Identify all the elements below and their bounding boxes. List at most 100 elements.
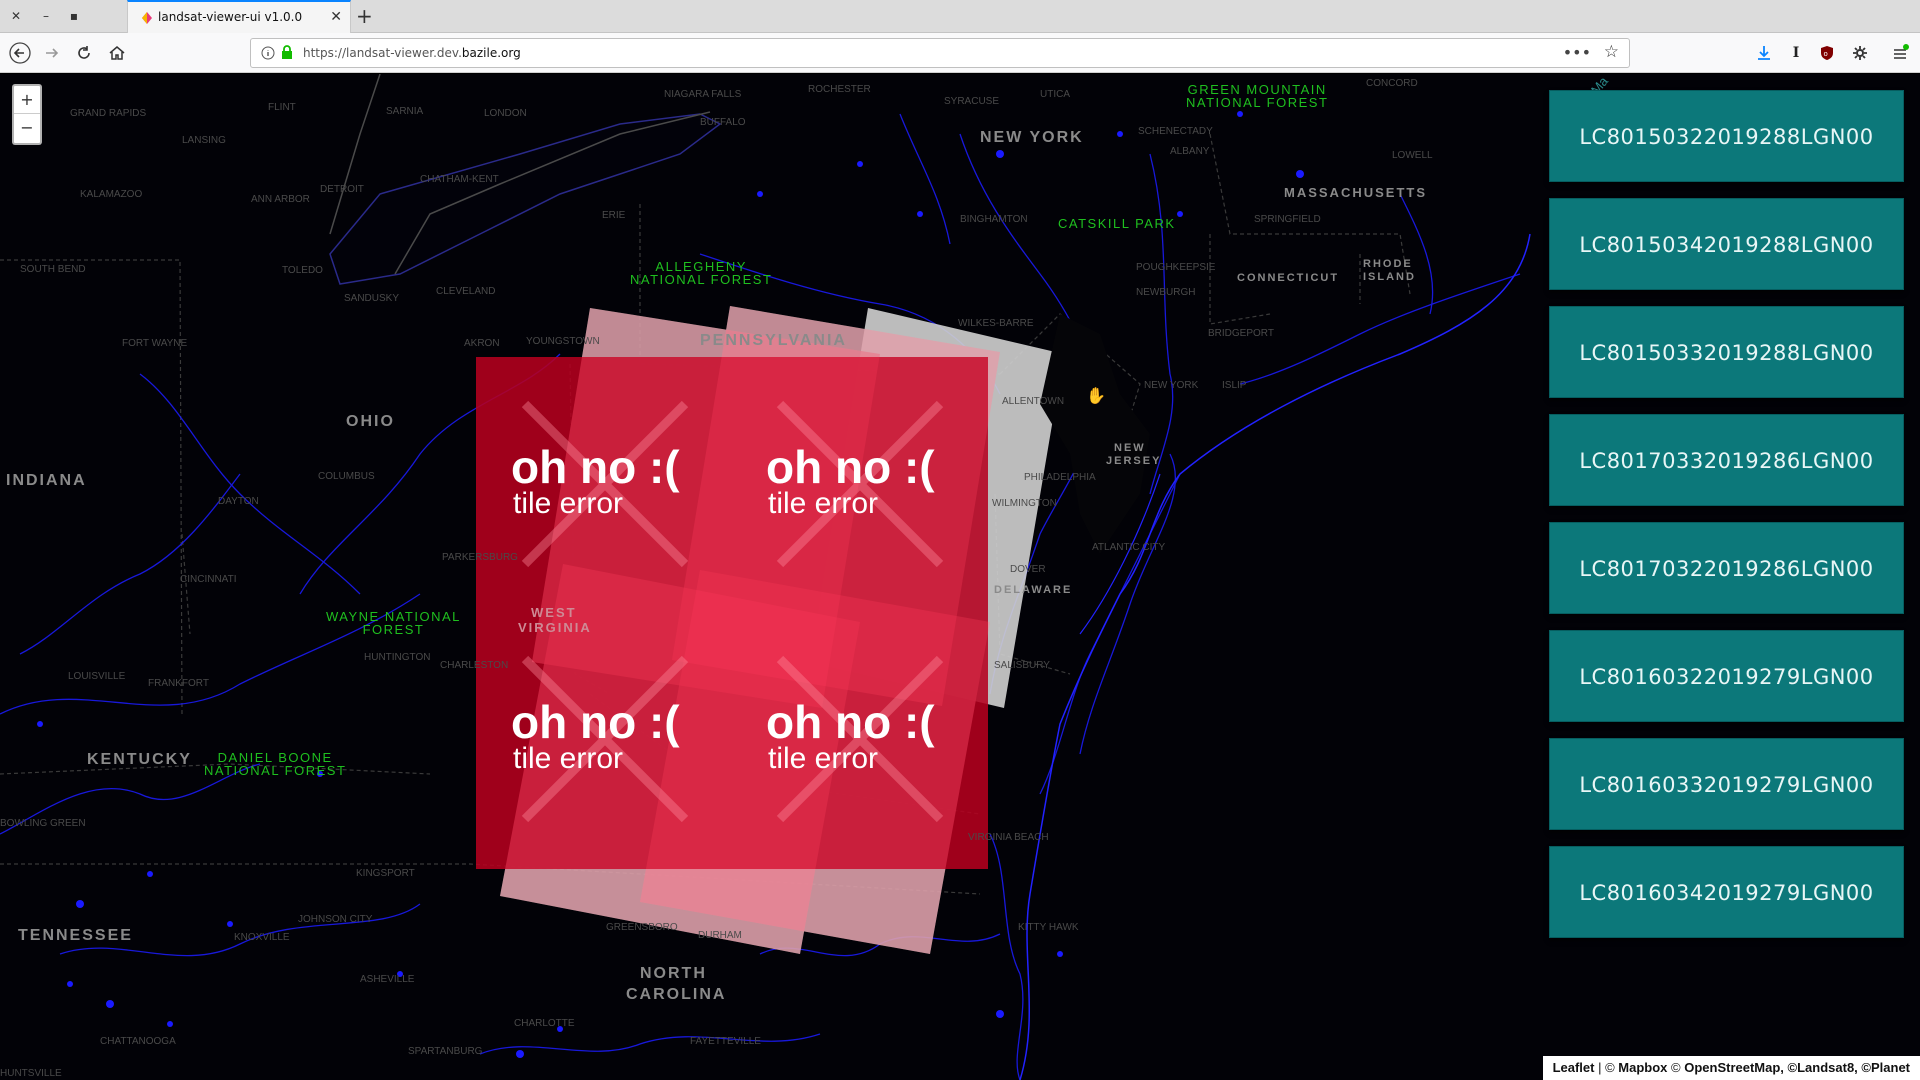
city-label: ALBANY	[1170, 146, 1210, 157]
city-label: SPRINGFIELD	[1254, 214, 1321, 225]
city-label: SARNIA	[386, 106, 424, 117]
city-label: CHARLESTON	[440, 660, 509, 671]
city-label: POUGHKEEPSIE	[1136, 262, 1216, 273]
ublock-icon[interactable]: o	[1815, 41, 1839, 65]
city-label: ALLENTOWN	[1002, 396, 1065, 407]
city-label: CHATHAM-KENT	[420, 174, 499, 185]
browser-tab[interactable]: landsat-viewer-ui v1.0.0 ✕	[127, 0, 351, 33]
planet-credit: ©Planet	[1861, 1060, 1910, 1075]
state-label: NEW YORK	[980, 129, 1084, 146]
close-window-icon[interactable]: ✕	[8, 8, 24, 24]
back-icon[interactable]	[8, 41, 32, 65]
city-label: CHARLOTTE	[514, 1018, 575, 1029]
city-label: CINCINNATI	[180, 574, 237, 585]
city-label: LOUISVILLE	[68, 671, 126, 682]
scene-button[interactable]: LC80150342019288LGN00	[1549, 198, 1904, 290]
zoom-control: + −	[12, 84, 42, 145]
city-label: CHATTANOOGA	[100, 1036, 176, 1047]
forest-label-line: NATIONAL FOREST	[630, 272, 773, 287]
state-label: NORTH	[640, 965, 707, 982]
scene-button[interactable]: LC80160322019279LGN00	[1549, 630, 1904, 722]
city-label: YOUNGSTOWN	[526, 336, 600, 347]
map-attribution: Leaflet | © Mapbox © OpenStreetMap, ©Lan…	[1542, 1056, 1920, 1080]
zoom-out-button[interactable]: −	[14, 114, 40, 142]
state-label: DELAWARE	[994, 584, 1073, 596]
city-label: SYRACUSE	[944, 96, 1000, 107]
tab-close-icon[interactable]: ✕	[330, 9, 342, 25]
scene-button[interactable]: LC80170322019286LGN00	[1549, 522, 1904, 614]
home-icon[interactable]	[105, 41, 129, 65]
city-label: ASHEVILLE	[360, 974, 415, 985]
forest-label-line: CATSKILL PARK	[1058, 216, 1176, 231]
forest-label: DANIEL BOONE NATIONAL FOREST	[204, 751, 346, 777]
city-label: SOUTH BEND	[20, 264, 86, 275]
scene-button[interactable]: LC80150322019288LGN00	[1549, 90, 1904, 182]
scene-button[interactable]: LC80170332019286LGN00	[1549, 414, 1904, 506]
city-label: JOHNSON CITY	[298, 914, 373, 925]
reload-icon[interactable]	[72, 41, 96, 65]
forest-label-line: NATIONAL FOREST	[204, 763, 347, 778]
reader-icon[interactable]: I	[1784, 41, 1808, 65]
state-label: MASSACHUSETTS	[1284, 185, 1428, 200]
city-label: SALISBURY	[994, 660, 1050, 671]
state-label: WEST	[531, 605, 577, 620]
state-label: KENTUCKY	[87, 751, 192, 768]
forward-icon[interactable]	[40, 41, 64, 65]
tile-error-headline: oh no :(	[511, 441, 680, 493]
state-label: RHODE	[1363, 258, 1413, 270]
lock-icon	[282, 45, 292, 59]
scene-button[interactable]: LC80160342019279LGN00	[1549, 846, 1904, 938]
app-favicon-icon	[142, 12, 152, 24]
city-label: BRIDGEPORT	[1208, 328, 1274, 339]
address-bar[interactable]: https://landsat-viewer.dev.bazile.org ••…	[250, 38, 1630, 68]
city-label: GREENSBORO	[606, 922, 678, 933]
page-actions-icon[interactable]: •••	[1563, 43, 1591, 62]
download-icon[interactable]	[1752, 41, 1776, 65]
scene-button[interactable]: LC80150332019288LGN00	[1549, 306, 1904, 398]
city-label: WILKES-BARRE	[958, 318, 1034, 329]
osm-link[interactable]: OpenStreetMap	[1684, 1060, 1780, 1075]
city-label: KALAMAZOO	[80, 189, 143, 200]
leaflet-link[interactable]: Leaflet	[1553, 1060, 1595, 1075]
city-label: CONCORD	[1366, 78, 1418, 89]
city-label: FLINT	[268, 102, 296, 113]
navigation-bar: https://landsat-viewer.dev.bazile.org ••…	[0, 33, 1920, 73]
city-label: HUNTINGTON	[364, 652, 431, 663]
url-prefix: https://landsat-viewer.dev.	[303, 46, 462, 60]
city-label: SPARTANBURG	[408, 1046, 483, 1057]
forest-label: WAYNE NATIONAL FOREST	[326, 610, 461, 636]
city-label: PHILADELPHIA	[1024, 472, 1096, 483]
state-label: OHIO	[346, 413, 395, 430]
state-label: ISLAND	[1363, 271, 1416, 283]
city-label: ISLIP	[1222, 380, 1247, 391]
city-label: BUFFALO	[700, 117, 746, 128]
svg-text:o: o	[1824, 50, 1828, 58]
url-text: https://landsat-viewer.dev.bazile.org	[303, 46, 521, 60]
maximize-window-icon[interactable]: ▪	[66, 8, 82, 24]
tab-title: landsat-viewer-ui v1.0.0	[158, 10, 303, 24]
info-icon[interactable]	[261, 46, 275, 60]
landsat-credit: , ©Landsat8,	[1780, 1060, 1862, 1075]
mapbox-link[interactable]: Mapbox	[1618, 1060, 1667, 1075]
state-label: TENNESSEE	[18, 927, 133, 944]
city-label: WILMINGTON	[992, 498, 1057, 509]
city-label: DURHAM	[698, 930, 742, 941]
bookmark-star-icon[interactable]: ☆	[1604, 42, 1619, 62]
menu-icon[interactable]	[1888, 41, 1912, 65]
settings-gear-icon[interactable]	[1848, 41, 1872, 65]
forest-label: CATSKILL PARK	[1058, 217, 1176, 230]
tile-error-subline: tile error	[513, 487, 624, 520]
city-label: FRANKFORT	[148, 678, 209, 689]
forest-label-line: FOREST	[362, 622, 425, 637]
city-label: NEWBURGH	[1136, 287, 1196, 298]
city-label: DOVER	[1010, 564, 1046, 575]
forest-label-line: NATIONAL FOREST	[1186, 95, 1329, 110]
city-label: NEW YORK	[1144, 380, 1199, 391]
tile-error-subline: tile error	[513, 742, 624, 775]
city-label: SANDUSKY	[344, 293, 400, 304]
scene-button[interactable]: LC80160332019279LGN00	[1549, 738, 1904, 830]
minimize-window-icon[interactable]: –	[38, 8, 54, 24]
zoom-in-button[interactable]: +	[14, 86, 40, 114]
tile-error-headline: oh no :(	[766, 696, 935, 748]
new-tab-icon[interactable]: +	[356, 4, 373, 28]
